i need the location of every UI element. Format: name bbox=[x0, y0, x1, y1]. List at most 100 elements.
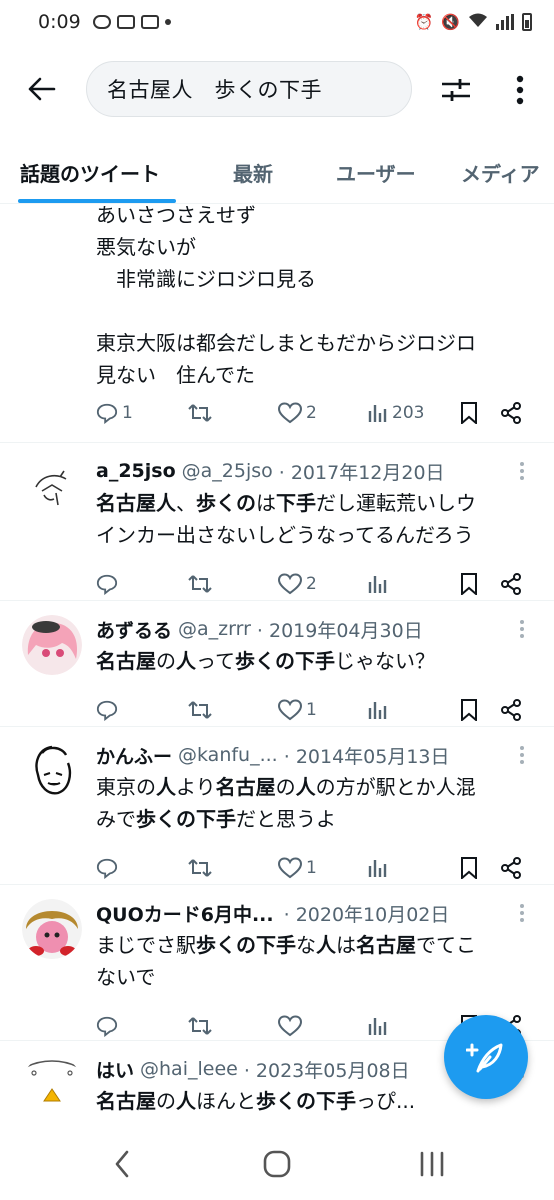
android-nav-bar bbox=[0, 1130, 554, 1200]
tweet-text-line: 名古屋の人って歩くの下手じゃない？ bbox=[96, 645, 530, 677]
bookmark-button[interactable] bbox=[460, 569, 478, 599]
avatar[interactable] bbox=[22, 741, 82, 801]
share-button[interactable] bbox=[500, 853, 522, 883]
nav-home-button[interactable] bbox=[247, 1144, 307, 1184]
active-tab-indicator bbox=[18, 199, 176, 203]
tab-top-tweets[interactable]: 話題のツイート bbox=[20, 140, 160, 204]
views-button[interactable] bbox=[368, 1011, 388, 1041]
retweet-button[interactable] bbox=[188, 853, 212, 883]
search-input[interactable]: 名古屋人 歩くの下手 bbox=[86, 61, 412, 117]
dot bbox=[520, 476, 524, 480]
dot bbox=[520, 753, 524, 757]
display-name[interactable]: a_25jso bbox=[96, 460, 176, 482]
like-count: 1 bbox=[306, 858, 317, 878]
like-button[interactable]: 1 bbox=[278, 695, 317, 725]
tweet[interactable]: あずるる @a_zrrr · 2019年04月30日名古屋の人って歩くの下手じゃない… bbox=[0, 601, 554, 727]
bookmark-button[interactable] bbox=[460, 695, 478, 725]
tweet-more-button[interactable] bbox=[512, 617, 532, 641]
reply-button[interactable] bbox=[96, 695, 118, 725]
tweet-date: · 2019年04月30日 bbox=[256, 619, 423, 642]
retweet-button[interactable] bbox=[188, 695, 212, 725]
back-button[interactable] bbox=[20, 67, 64, 111]
text-segment: の方が駅とか人混 bbox=[315, 775, 476, 799]
user-handle[interactable]: @hai_leee bbox=[140, 1058, 238, 1080]
bookmark-button[interactable] bbox=[460, 398, 478, 428]
reply-button[interactable] bbox=[96, 853, 118, 883]
status-time: 0:09 bbox=[38, 11, 81, 33]
user-handle[interactable]: @kanfu_... bbox=[178, 744, 278, 766]
like-button[interactable] bbox=[278, 1011, 302, 1041]
tweet-actions: 1 bbox=[96, 695, 528, 725]
text-segment: っぴ... bbox=[356, 1089, 416, 1113]
compose-tweet-button[interactable] bbox=[444, 1015, 528, 1099]
like-count: 2 bbox=[306, 574, 317, 594]
reply-button[interactable] bbox=[96, 1011, 118, 1041]
like-button[interactable]: 1 bbox=[278, 853, 317, 883]
back-arrow-icon bbox=[28, 77, 56, 101]
avatar[interactable] bbox=[22, 457, 82, 517]
avatar[interactable] bbox=[22, 1055, 82, 1115]
more-vertical-icon bbox=[516, 75, 524, 105]
nav-back-button[interactable] bbox=[92, 1144, 152, 1184]
avatar[interactable] bbox=[22, 899, 82, 959]
tweet-partial[interactable]: あいさつさえせず 悪気ないが 非常識にジロジロ見る 東京大阪は都会だしまともだか… bbox=[0, 205, 554, 443]
like-button[interactable]: 2 bbox=[278, 569, 317, 599]
tab-latest[interactable]: 最新 bbox=[233, 140, 273, 204]
views-icon bbox=[368, 860, 387, 877]
display-name[interactable]: あずるる bbox=[96, 616, 172, 643]
search-filter-button[interactable] bbox=[434, 68, 478, 112]
text-segment: って bbox=[196, 649, 235, 673]
reply-button[interactable] bbox=[96, 569, 118, 599]
tweet-more-button[interactable] bbox=[512, 743, 532, 767]
share-button[interactable] bbox=[500, 695, 522, 725]
tweet-header: はい @hai_leee · 2023年05月08日 bbox=[96, 1055, 504, 1083]
text-segment: は bbox=[256, 491, 276, 515]
views-icon bbox=[368, 1018, 387, 1035]
bookmark-button[interactable] bbox=[460, 853, 478, 883]
tweet-text-line: あいさつさえせず bbox=[96, 205, 256, 227]
display-name[interactable]: はい bbox=[96, 1056, 134, 1083]
nav-recents-button[interactable] bbox=[402, 1144, 462, 1184]
share-button[interactable] bbox=[500, 569, 522, 599]
share-button[interactable] bbox=[500, 398, 522, 428]
views-button[interactable] bbox=[368, 569, 388, 599]
tweet-feed[interactable]: あいさつさえせず 悪気ないが 非常識にジロジロ見る 東京大阪は都会だしまともだか… bbox=[0, 205, 554, 1130]
reply-icon bbox=[96, 1016, 118, 1037]
tab-media[interactable]: メディア bbox=[461, 140, 540, 204]
user-handle[interactable]: @a_25jso bbox=[182, 460, 273, 482]
views-button[interactable] bbox=[368, 695, 388, 725]
like-button[interactable]: 2 bbox=[278, 398, 317, 428]
tweet-text-line bbox=[96, 295, 530, 327]
retweet-button[interactable] bbox=[188, 569, 212, 599]
heart-icon bbox=[278, 699, 302, 721]
dot bbox=[520, 620, 524, 624]
battery-icon bbox=[522, 13, 532, 31]
retweet-button[interactable] bbox=[188, 398, 212, 428]
display-name[interactable]: かんふー bbox=[96, 742, 172, 769]
tweet-more-button[interactable] bbox=[512, 901, 532, 925]
reply-button[interactable]: 1 bbox=[96, 398, 133, 428]
views-button[interactable] bbox=[368, 853, 388, 883]
retweet-button[interactable] bbox=[188, 1011, 212, 1041]
tweet-text-line: 悪気ないが bbox=[96, 235, 196, 259]
mail-icon bbox=[116, 15, 135, 29]
bookmark-icon bbox=[461, 573, 477, 595]
reply-icon bbox=[96, 403, 118, 424]
tweet[interactable]: a_25jso @a_25jso · 2017年12月20日 名古屋人、歩くのは下手だ… bbox=[0, 443, 554, 601]
views-button[interactable]: 203 bbox=[368, 398, 424, 428]
tweet[interactable]: かんふー @kanfu_... · 2014年05月13日 東京の人より名古屋の人の方… bbox=[0, 727, 554, 885]
display-name[interactable]: QUOカード6月中... bbox=[96, 900, 274, 927]
mail-icon-2 bbox=[140, 15, 159, 29]
retweet-icon bbox=[188, 575, 212, 593]
overflow-menu-button[interactable] bbox=[498, 68, 542, 112]
user-handle[interactable]: @a_zrrr bbox=[178, 618, 251, 640]
tweet-text-line: まじでさ駅歩くの下手な人は名古屋でてこ bbox=[96, 929, 530, 961]
reply-icon bbox=[96, 574, 118, 595]
tab-users[interactable]: ユーザー bbox=[336, 140, 416, 204]
reply-icon bbox=[96, 858, 118, 879]
highlighted-keyword: 下手 bbox=[276, 491, 316, 515]
heart-icon bbox=[278, 1015, 302, 1037]
avatar[interactable] bbox=[22, 615, 82, 675]
tweet-more-button[interactable] bbox=[512, 459, 532, 483]
reply-icon bbox=[96, 700, 118, 721]
